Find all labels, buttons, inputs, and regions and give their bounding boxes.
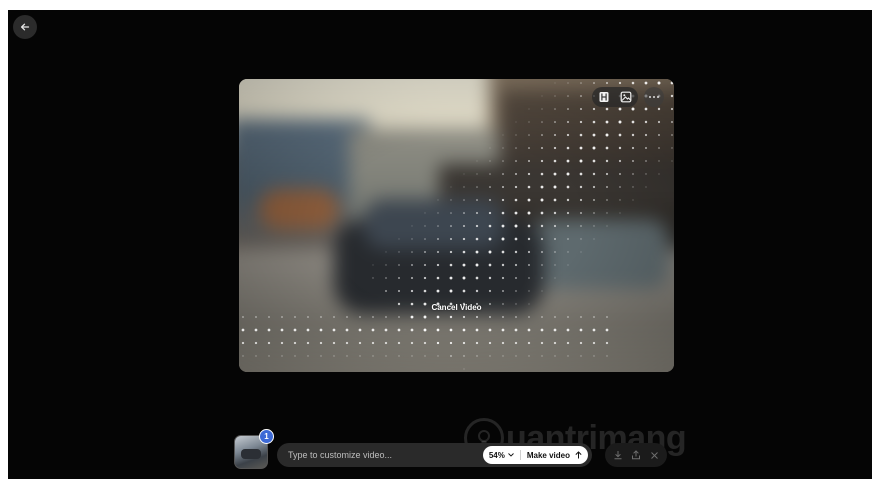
back-button[interactable] — [13, 15, 37, 39]
prompt-bar: 54% Make video — [277, 442, 592, 468]
close-button[interactable] — [647, 448, 661, 462]
image-icon — [620, 91, 632, 103]
image-count-badge: 1 — [259, 429, 274, 444]
arrow-up-icon — [575, 451, 582, 459]
video-toolbar — [592, 87, 638, 107]
cancel-video-button[interactable]: Cancel Video — [239, 303, 674, 312]
prompt-input[interactable] — [277, 442, 483, 468]
download-button[interactable] — [611, 448, 625, 462]
make-video-button[interactable]: Make video — [527, 451, 582, 460]
app-window: Cancel Video uantrimang — [8, 10, 872, 479]
video-frames-icon — [599, 92, 609, 102]
make-video-label: Make video — [526, 450, 570, 460]
more-horizontal-icon — [649, 96, 659, 98]
thumbnail-image — [241, 449, 261, 459]
share-button[interactable] — [629, 448, 643, 462]
divider — [519, 450, 521, 460]
progress-dropdown[interactable]: 54% — [489, 451, 514, 460]
frames-button[interactable] — [596, 89, 612, 105]
generation-controls: 54% Make video — [482, 446, 588, 464]
vignette-overlay — [239, 79, 674, 372]
share-icon — [632, 450, 640, 460]
video-actions — [605, 443, 667, 467]
video-preview: Cancel Video — [239, 79, 674, 372]
image-button[interactable] — [618, 89, 634, 105]
arrow-left-icon — [20, 23, 30, 31]
reference-image-thumbnail[interactable]: 1 — [234, 429, 274, 469]
progress-label: 54% — [488, 450, 505, 460]
chevron-down-icon — [508, 453, 514, 457]
more-options-button[interactable] — [644, 87, 664, 107]
close-icon — [650, 451, 658, 459]
download-icon — [614, 451, 622, 460]
